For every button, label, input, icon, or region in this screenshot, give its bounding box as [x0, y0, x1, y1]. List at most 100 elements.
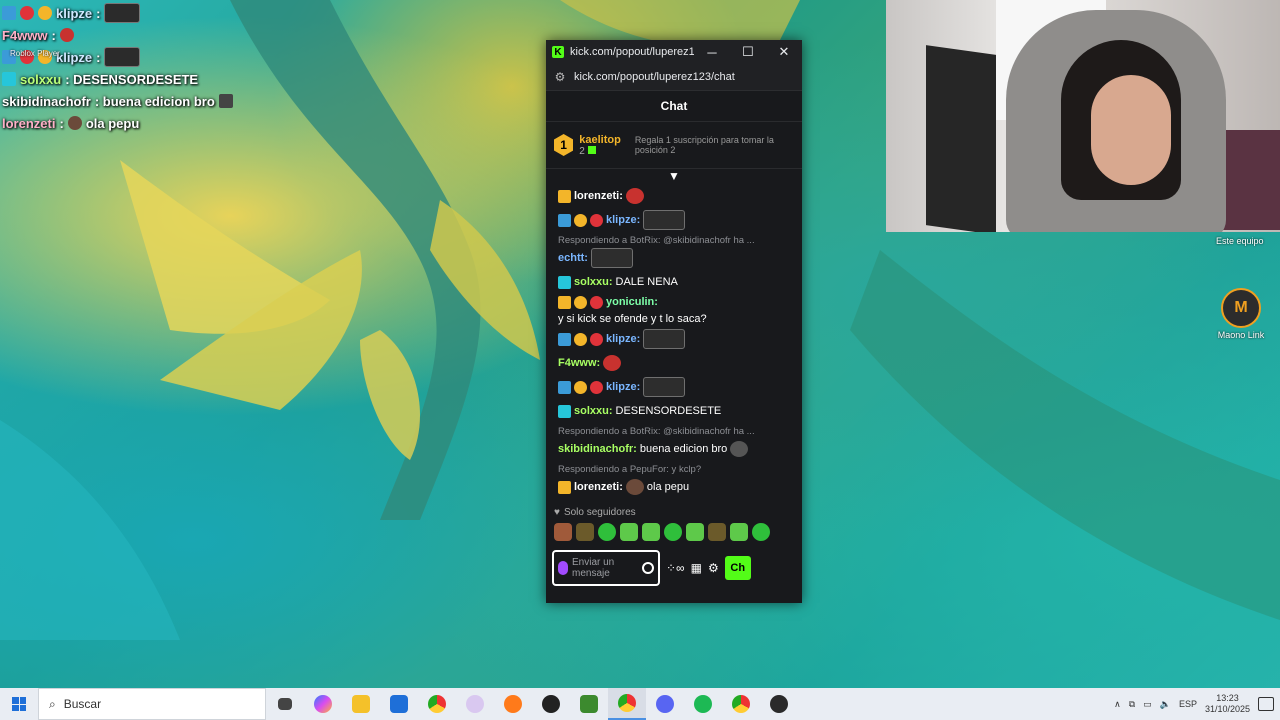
- chat-message: klipze:: [558, 376, 792, 398]
- chat-input-placeholder[interactable]: Enviar un mensaje: [572, 557, 638, 579]
- clock-time: 13:23: [1216, 693, 1239, 703]
- taskbar-search[interactable]: ⌕ Buscar: [38, 688, 266, 720]
- emote-button[interactable]: [642, 523, 660, 541]
- overlay-text: ola pepu: [85, 115, 140, 131]
- task-view-button[interactable]: [266, 688, 304, 720]
- reply-context[interactable]: Respondiendo a BotRix: @skibidinachofr h…: [558, 233, 792, 247]
- overlay-text: : buena edicion bro: [94, 93, 215, 109]
- notification-icon[interactable]: [1258, 697, 1274, 711]
- app-icon-orange[interactable]: [494, 688, 532, 720]
- emote-button[interactable]: [620, 523, 638, 541]
- emote-button[interactable]: [708, 523, 726, 541]
- chat-username[interactable]: klipze:: [606, 380, 640, 394]
- chat-message: solxxu: DALE NENA: [558, 271, 792, 293]
- store-icon[interactable]: ▦: [691, 561, 702, 575]
- chat-username[interactable]: lorenzeti:: [574, 189, 623, 203]
- close-button[interactable]: ✕: [766, 44, 802, 60]
- chat-input-bar: Enviar un mensaje ⁘∞ ▦ ⚙ Ch: [546, 546, 802, 590]
- address-bar[interactable]: ⚙ kick.com/popout/luperez123/chat: [546, 64, 802, 91]
- overlay-username: lorenzeti: [2, 115, 56, 131]
- emote-button[interactable]: [752, 523, 770, 541]
- emote-icon: [730, 441, 749, 457]
- heart-icon: ♥: [554, 506, 560, 518]
- chat-username[interactable]: solxxu:: [574, 275, 613, 289]
- this-pc-label[interactable]: Este equipo: [1216, 236, 1264, 246]
- emote-button[interactable]: [664, 523, 682, 541]
- emote-button[interactable]: [598, 523, 616, 541]
- chat-username[interactable]: skibidinachofr:: [558, 442, 637, 456]
- url-text[interactable]: kick.com/popout/luperez123/chat: [574, 71, 735, 83]
- maximize-button[interactable]: ☐: [730, 44, 766, 60]
- badge-icon: [20, 6, 34, 20]
- clock[interactable]: 13:23 31/10/2025: [1205, 693, 1250, 715]
- badge-icon: [2, 6, 16, 20]
- sub-icon: [587, 145, 596, 154]
- chat-username[interactable]: klipze:: [606, 213, 640, 227]
- chat-input[interactable]: Enviar un mensaje: [552, 550, 660, 586]
- search-icon: ⌕: [49, 696, 56, 711]
- chat-username[interactable]: lorenzeti:: [574, 480, 623, 494]
- chat-message: solxxu: DESENSORDESETE: [558, 400, 792, 422]
- maono-link-icon[interactable]: M: [1221, 288, 1261, 328]
- overlay-text: :: [59, 115, 64, 131]
- chrome-profile-icon[interactable]: [722, 688, 760, 720]
- tray-app-icon[interactable]: ⧉: [1129, 699, 1135, 710]
- emote-button[interactable]: [686, 523, 704, 541]
- site-settings-icon[interactable]: ⚙: [546, 70, 574, 84]
- emote-button[interactable]: [730, 523, 748, 541]
- volume-icon[interactable]: 🔈: [1160, 699, 1171, 710]
- emote-button[interactable]: [576, 523, 594, 541]
- taskbar: ⌕ Buscar ∧ ⧉ ▭ 🔈 ESP 13:23 31/10/2025: [0, 688, 1280, 720]
- minimize-button[interactable]: ─: [694, 45, 730, 60]
- app-icon-w[interactable]: [456, 688, 494, 720]
- app-icon-disc[interactable]: [532, 688, 570, 720]
- emote-button[interactable]: [554, 523, 572, 541]
- file-explorer-icon[interactable]: [342, 688, 380, 720]
- emote-icon: [59, 28, 74, 42]
- obs-icon[interactable]: [760, 688, 798, 720]
- badge-icon: [590, 332, 603, 346]
- mic-icon[interactable]: [558, 561, 568, 575]
- search-placeholder[interactable]: Buscar: [64, 697, 101, 711]
- chat-username[interactable]: solxxu:: [574, 404, 613, 418]
- maono-link-label[interactable]: Maono Link: [1214, 330, 1268, 340]
- roblox-label: Roblox Player: [10, 49, 60, 58]
- overlay-text: :: [96, 49, 101, 65]
- leader-username[interactable]: kaelitop: [579, 134, 621, 146]
- emote-icon: [625, 479, 644, 495]
- chrome-active-icon[interactable]: [608, 688, 646, 720]
- discord-icon[interactable]: [646, 688, 684, 720]
- start-button[interactable]: [0, 688, 38, 720]
- overlay-username: klipze: [56, 5, 93, 21]
- network-icon[interactable]: ▭: [1143, 699, 1152, 710]
- emote-icon: [104, 3, 141, 23]
- reply-context[interactable]: Respondiendo a PepuFor: y kclp?: [558, 462, 792, 476]
- maono-link-shortcut[interactable]: M Maono Link: [1214, 288, 1268, 340]
- overlay-text: :: [96, 5, 101, 21]
- send-button[interactable]: Ch: [724, 556, 751, 580]
- gift-sub-prompt[interactable]: Regala 1 suscripción para tomar la posic…: [635, 135, 794, 155]
- copilot-icon[interactable]: [304, 688, 342, 720]
- chat-popout-window: K kick.com/popout/luperez12... ─ ☐ ✕ ⚙ k…: [546, 40, 802, 603]
- minecraft-icon[interactable]: [570, 688, 608, 720]
- chat-username[interactable]: F4www:: [558, 356, 600, 370]
- language-indicator[interactable]: ESP: [1179, 699, 1197, 709]
- emoji-picker-icon[interactable]: [642, 562, 654, 574]
- infinity-icon[interactable]: ⁘∞: [666, 561, 685, 575]
- collapse-icon[interactable]: ▼: [546, 169, 802, 183]
- chat-username[interactable]: yoniculin:: [606, 295, 658, 309]
- chrome-icon[interactable]: [418, 688, 456, 720]
- badge-icon: [574, 380, 587, 394]
- overlay-line: lorenzeti : ola pepu: [2, 112, 272, 134]
- spotify-icon[interactable]: [684, 688, 722, 720]
- reply-context[interactable]: Respondiendo a BotRix: @skibidinachofr h…: [558, 424, 792, 438]
- chevron-up-icon[interactable]: ∧: [1114, 699, 1121, 710]
- store-app-icon[interactable]: [380, 688, 418, 720]
- window-titlebar[interactable]: K kick.com/popout/luperez12... ─ ☐ ✕: [546, 40, 802, 64]
- emote-icon: [603, 355, 622, 371]
- badge-icon: [574, 213, 587, 227]
- chat-username[interactable]: klipze:: [606, 332, 640, 346]
- gear-icon[interactable]: ⚙: [708, 561, 719, 575]
- emote-icon: [218, 94, 233, 108]
- chat-username[interactable]: echtt:: [558, 251, 588, 265]
